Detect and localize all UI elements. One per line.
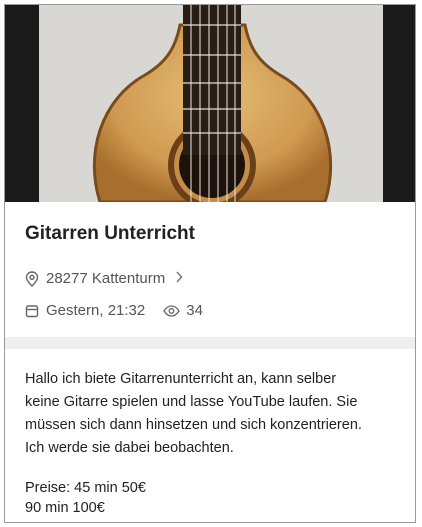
description-line: Hallo ich biete Gitarrenunterricht an, k… [25,371,337,387]
location-text: 28277 Kattenturm [46,270,166,287]
section-divider [5,337,415,349]
price-line: Preise: 45 min 50€ [25,480,146,496]
description-line: müssen sich dann hinsetzen und sich konz… [25,417,362,433]
views-counter: 34 [163,302,203,319]
eye-icon [163,304,181,317]
location-row[interactable]: 28277 Kattenturm [25,270,183,287]
posted-date: Gestern, 21:32 [46,302,146,319]
views-count: 34 [186,302,203,319]
listing-photo[interactable] [5,5,415,202]
listing-card: Gitarren Unterricht 28277 Kattenturm Ges… [4,4,416,523]
listing-title: Gitarren Unterricht [25,223,195,244]
description-line: keine Gitarre spielen und lasse YouTube … [25,394,358,410]
date-views-row: Gestern, 21:32 34 [25,302,203,319]
map-pin-icon [25,270,39,287]
price-line: 90 min 100€ [25,500,105,516]
calendar-icon [25,304,39,318]
listing-description: Hallo ich biete Gitarrenunterricht an, k… [25,368,405,460]
price-info: Preise: 45 min 50€ 90 min 100€ [25,478,146,518]
guitar-image [5,5,415,202]
chevron-right-icon [175,270,183,287]
description-line: Ich werde sie dabei beobachten. [25,440,234,456]
